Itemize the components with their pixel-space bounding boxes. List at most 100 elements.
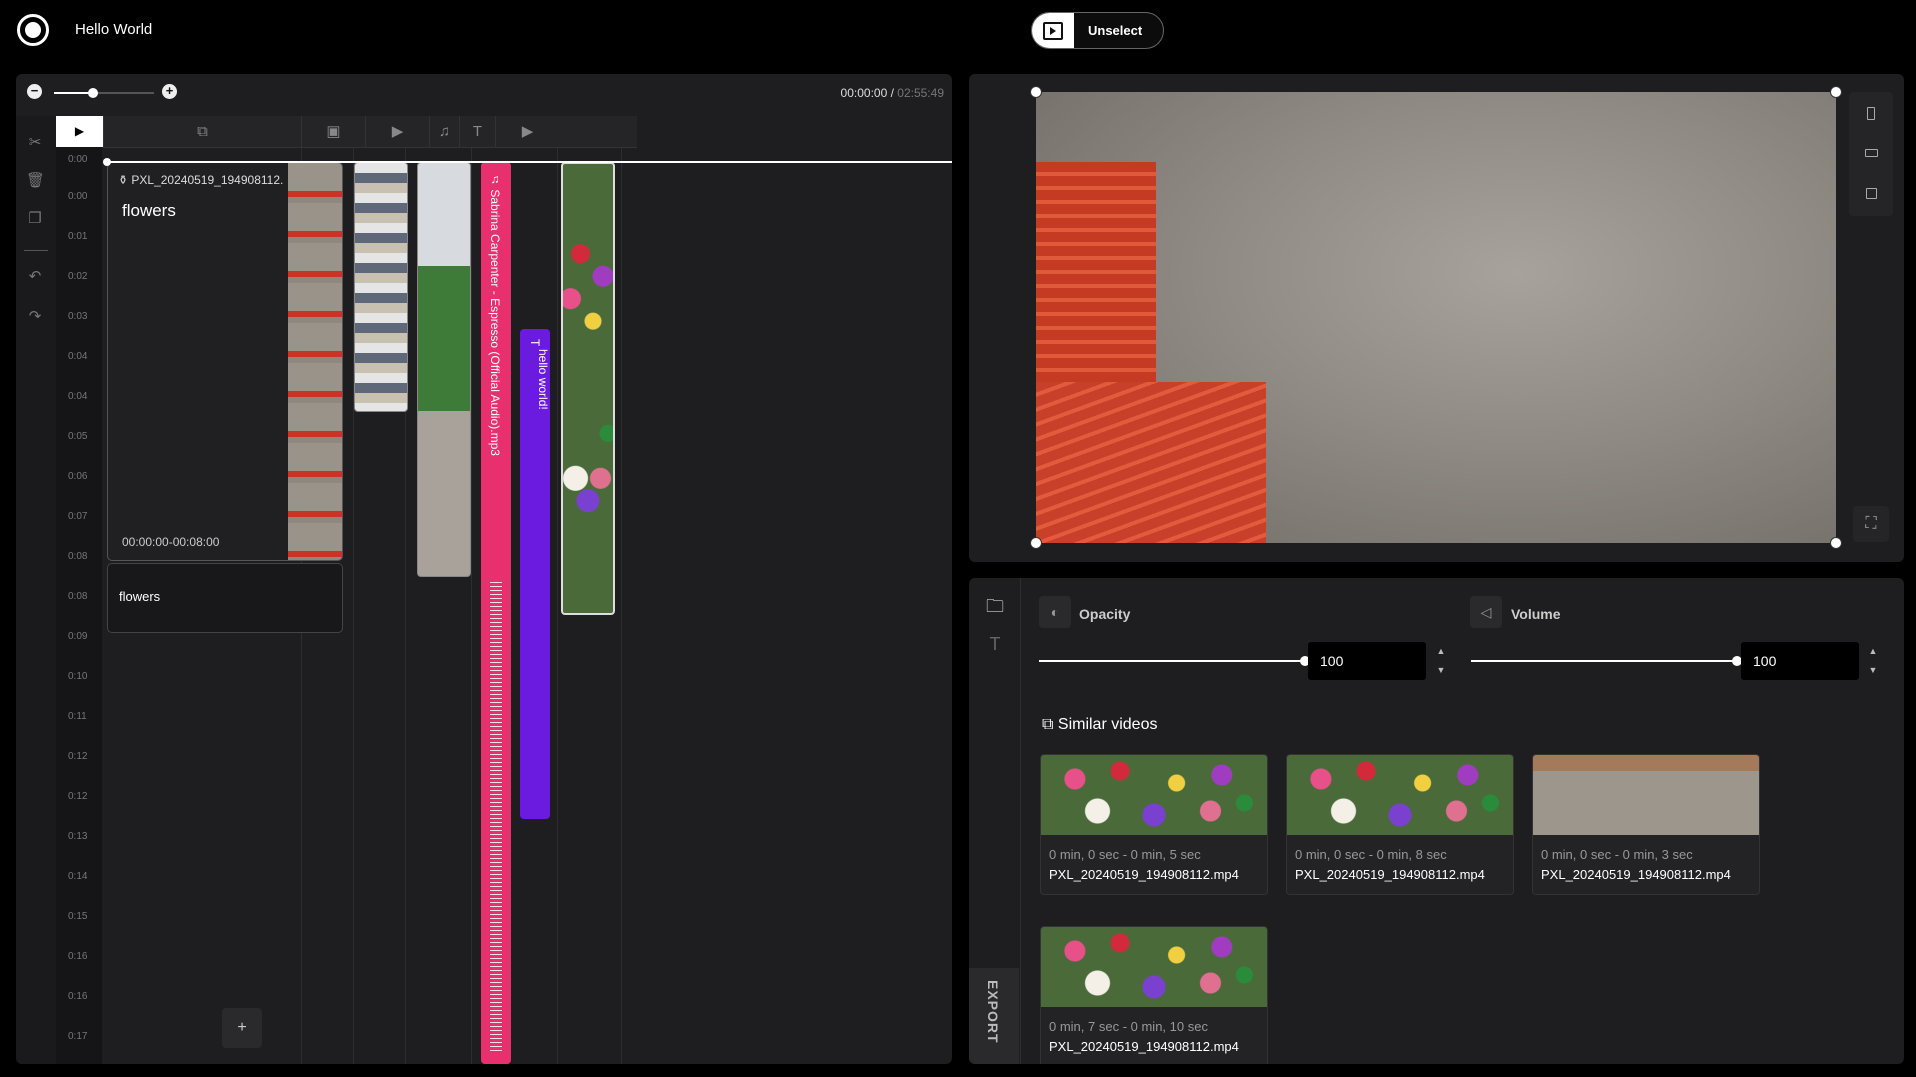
text-clip[interactable]: T hello world! <box>520 329 550 819</box>
zoom-slider[interactable] <box>54 88 154 98</box>
ruler-tick: 0:08 <box>68 551 88 562</box>
playhead[interactable] <box>103 158 952 166</box>
ruler-tick: 0:08 <box>68 591 88 602</box>
landscape-ratio-icon[interactable] <box>1865 149 1878 157</box>
scissors-icon[interactable]: ✂ <box>26 134 44 152</box>
export-button[interactable]: EXPORT <box>969 968 1019 1064</box>
clip-title: flowers <box>122 201 176 220</box>
total-time: 02:55:49 <box>897 86 944 100</box>
card-padding <box>1533 882 1759 894</box>
fit-screen-icon[interactable]: ⛶ <box>1853 506 1889 542</box>
text-clip-label: T hello world! <box>528 339 550 410</box>
audio-clip[interactable]: ♫ Sabrina Carpenter - Espresso (Official… <box>481 162 511 1064</box>
time-ruler: 0:00 0:00 0:01 0:02 0:03 0:04 0:04 0:05 0:06 0:07… <box>56 116 102 1064</box>
ruler-tick: 0:01 <box>68 231 88 242</box>
image-track-icon[interactable]: ▣ <box>301 116 365 148</box>
zoom-slider-knob[interactable] <box>88 88 98 98</box>
redo-icon[interactable]: ↷ <box>26 308 44 326</box>
similar-video-name: PXL_20240519_194908112.mp4 <box>1541 867 1731 882</box>
similar-video-range: 0 min, 0 sec - 0 min, 3 sec <box>1541 847 1693 862</box>
track-lane-divider <box>557 148 558 1064</box>
portrait-ratio-icon[interactable] <box>1867 107 1875 120</box>
opacity-stepper[interactable]: ▲ ▼ <box>1433 642 1449 680</box>
unselect-label: Unselect <box>1088 23 1143 38</box>
ruler-tick: 0:00 <box>68 191 88 202</box>
ruler-tick: 0:10 <box>68 671 88 682</box>
opacity-icon: ◐ <box>1039 596 1071 628</box>
duplicate-icon[interactable]: ❐ <box>26 210 44 228</box>
similar-video-range: 0 min, 0 sec - 0 min, 8 sec <box>1295 847 1447 862</box>
opacity-field[interactable] <box>1308 642 1426 680</box>
similar-video-thumbnail <box>1287 755 1513 835</box>
similar-video-thumbnail <box>1041 755 1267 835</box>
caption-clip-text: flowers <box>119 589 161 604</box>
toolbar-divider <box>24 250 48 251</box>
volume-input[interactable] <box>1741 642 1859 680</box>
video-track-icon[interactable]: ▶ <box>365 116 429 148</box>
resize-handle-top-left[interactable] <box>1030 86 1042 98</box>
resize-handle-bottom-right[interactable] <box>1830 537 1842 549</box>
ruler-tick: 0:04 <box>68 391 88 402</box>
text-clip-label-text: hello world! <box>536 349 550 410</box>
ruler-tick: 0:03 <box>68 311 88 322</box>
similar-video-name: PXL_20240519_194908112.mp4 <box>1295 867 1485 882</box>
ruler-tick: 0:09 <box>68 631 88 642</box>
resize-handle-top-right[interactable] <box>1830 86 1842 98</box>
similar-video-thumbnail <box>1041 927 1267 1007</box>
undo-icon[interactable]: ↶ <box>26 268 44 286</box>
audio-track-icon[interactable]: ♫ <box>429 116 459 148</box>
project-title[interactable]: Hello World <box>75 21 152 38</box>
aspect-ratio-toolbar <box>1849 92 1893 216</box>
timecode-separator: / <box>887 86 898 100</box>
opacity-label: Opacity <box>1079 606 1131 622</box>
zoom-out-button[interactable]: − <box>27 84 42 99</box>
similar-video-thumbnail <box>1533 755 1759 835</box>
folder-icon[interactable]: 🗀 <box>984 594 1006 616</box>
edit-toolbar: ✂ 🗑 ❐ ↶ ↷ <box>16 116 56 1064</box>
play-button[interactable]: ▶ <box>56 116 103 147</box>
video-preview[interactable] <box>1036 92 1836 543</box>
volume-field[interactable] <box>1741 642 1859 680</box>
similar-videos-title: ⧉ Similar videos <box>1042 716 1157 734</box>
similar-video-card[interactable]: 0 min, 0 sec - 0 min, 5 sec PXL_20240519… <box>1040 754 1268 895</box>
resize-handle-bottom-left[interactable] <box>1030 537 1042 549</box>
volume-slider[interactable] <box>1471 656 1742 666</box>
text-icon[interactable]: T <box>984 634 1006 656</box>
track-lane-divider <box>621 148 622 1064</box>
opacity-input[interactable] <box>1308 642 1426 680</box>
ruler-tick: 0:02 <box>68 271 88 282</box>
similar-video-card[interactable]: 0 min, 0 sec - 0 min, 8 sec PXL_20240519… <box>1286 754 1514 895</box>
video-clip-garden[interactable] <box>417 162 471 577</box>
caption-clip[interactable]: flowers <box>107 563 343 633</box>
image-clip[interactable] <box>354 162 408 412</box>
similar-video-card[interactable]: 0 min, 7 sec - 0 min, 10 sec PXL_2024051… <box>1040 926 1268 1064</box>
track-head-main[interactable]: ⧉ <box>103 116 301 148</box>
unselect-button[interactable]: Unselect <box>1031 12 1164 49</box>
ruler-tick: 0:04 <box>68 351 88 362</box>
trash-icon[interactable]: 🗑 <box>26 172 45 190</box>
track-lane-divider <box>471 148 472 1064</box>
ruler-tick: 0:14 <box>68 871 88 882</box>
current-time: 00:00:00 <box>840 86 888 100</box>
volume-stepper[interactable]: ▲ ▼ <box>1865 642 1881 680</box>
video-track-2-icon[interactable]: ▶ <box>495 116 559 148</box>
similar-video-range: 0 min, 7 sec - 0 min, 10 sec <box>1049 1019 1208 1034</box>
main-video-clip[interactable]: ⚱ PXL_20240519_194908112. flowers 00:00:… <box>107 162 343 561</box>
clip-thumbnail-strip <box>288 163 342 560</box>
timeline-panel: − + 00:00:00 / 02:55:49 ✂ 🗑 ❐ ↶ ↷ 0:00 0:… <box>16 74 952 1064</box>
preview-basket-shape <box>1036 382 1266 543</box>
opacity-slider[interactable] <box>1039 656 1310 666</box>
add-track-button[interactable]: + <box>222 1008 262 1048</box>
ruler-tick: 0:11 <box>68 711 87 722</box>
zoom-in-button[interactable]: + <box>162 84 177 99</box>
video-clip-flowers[interactable] <box>561 162 615 615</box>
properties-nav: 🗀 T EXPORT <box>969 578 1021 1064</box>
audio-clip-label: ♫ Sabrina Carpenter - Espresso (Official… <box>488 172 502 456</box>
app-logo-icon[interactable] <box>17 14 49 46</box>
track-header-strip: ⧉ ▣ ▶ ♫ T ▶ <box>103 116 637 148</box>
square-ratio-icon[interactable] <box>1866 188 1877 199</box>
clip-file-icon: ⚱ <box>118 173 129 187</box>
text-track-icon[interactable]: T <box>459 116 495 148</box>
similar-video-card[interactable]: 0 min, 0 sec - 0 min, 3 sec PXL_20240519… <box>1532 754 1760 895</box>
ruler-tick: 0:06 <box>68 471 88 482</box>
